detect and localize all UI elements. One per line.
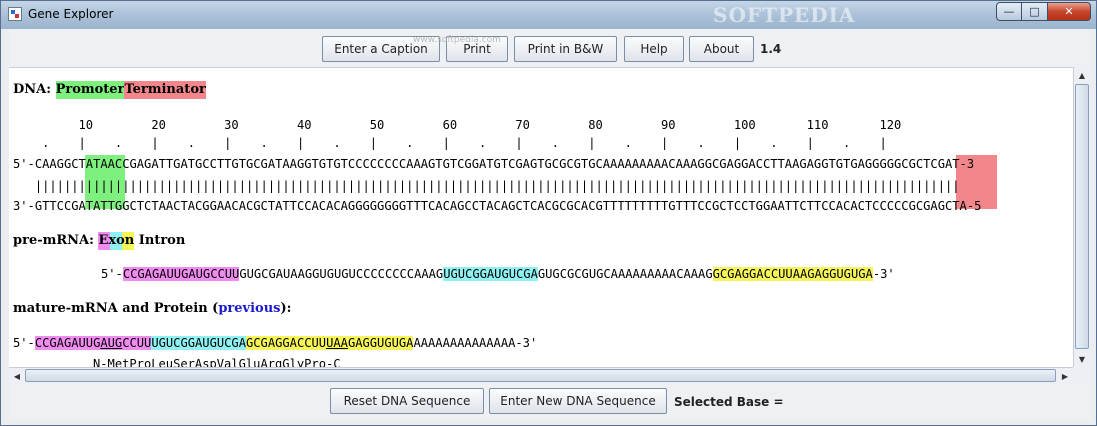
maximize-button[interactable]: □ — [1022, 2, 1048, 21]
app-window: Gene Explorer SOFTPEDIA — □ ✕ Enter a Ca… — [0, 0, 1097, 426]
premrna-label: pre-mRNA: — [13, 233, 94, 248]
premrna-intron-2[interactable]: GUGCGCGUGCAAAAAAAAACAAAG — [538, 267, 713, 281]
print-bw-button[interactable]: Print in B&W — [514, 36, 617, 62]
dna-label: DNA: — [13, 82, 52, 97]
scroll-up-icon[interactable]: ▲ — [1074, 67, 1090, 83]
dna-heading: DNA: PromoterTerminator — [13, 81, 206, 99]
enter-new-dna-button[interactable]: Enter New DNA Sequence — [489, 388, 667, 414]
minimize-icon: — — [1003, 5, 1015, 18]
scroll-right-icon[interactable]: ▶ — [1057, 368, 1073, 384]
maximize-icon: □ — [1029, 5, 1040, 18]
selected-base-label: Selected Base = — [674, 395, 784, 409]
version-label: 1.4 — [760, 42, 782, 56]
premrna-exon-2[interactable]: UGUCGGAUGUCGA — [443, 267, 538, 281]
stop-codon: UAA — [326, 336, 348, 350]
reset-dna-button[interactable]: Reset DNA Sequence — [330, 388, 484, 414]
close-button[interactable]: ✕ — [1048, 2, 1091, 21]
premrna-5prime: 5'- — [101, 267, 123, 281]
intron-legend: Intron — [138, 233, 186, 248]
mature-label-end: ): — [280, 301, 292, 316]
scroll-down-icon[interactable]: ▼ — [1074, 351, 1090, 367]
window-controls: — □ ✕ — [996, 2, 1091, 21]
exon-legend: Exon — [98, 232, 135, 250]
mature-sequence[interactable]: 5'-CCGAGAUUGAUGCCUUUGUCGGAUGUCGAGCGAGGAC… — [13, 336, 537, 350]
scroll-corner — [1073, 367, 1090, 384]
softpedia-watermark: SOFTPEDIA — [713, 3, 856, 27]
softpedia-url: www.softpedia.com — [413, 35, 501, 45]
app-icon — [8, 7, 22, 21]
horizontal-scroll-thumb[interactable] — [25, 369, 1056, 382]
premrna-exon-3[interactable]: GCGAGGACCUUAAGAGGUGUGA — [712, 267, 873, 281]
dna-bottom-strand[interactable]: 3'-GTTCCGATATTGGCTCTAACTACGGAACACGCTATTC… — [13, 199, 981, 213]
ruler-marks: . | . | . | . | . | . | . | . | . | . | … — [13, 136, 887, 150]
mature-exon-3[interactable]: GCGAGGACCUUUAAGAGGUGUGA — [246, 336, 414, 350]
mature-exon-1[interactable]: CCGAGAUUGAUGCCUU — [34, 336, 152, 350]
bottom-bar: Reset DNA Sequence Enter New DNA Sequenc… — [9, 384, 1090, 420]
close-icon: ✕ — [1064, 5, 1074, 18]
mature-exon-3-a: GCGAGGACCUU — [246, 336, 327, 350]
minimize-button[interactable]: — — [996, 2, 1022, 21]
start-codon: AUG — [100, 336, 123, 350]
help-button[interactable]: Help — [624, 36, 684, 62]
poly-a-tail: AAAAAAAAAAAAAA-3' — [413, 336, 538, 350]
ruler-numbers: 10 20 30 40 50 60 70 80 90 100 110 120 — [13, 118, 902, 132]
premrna-sequence[interactable]: 5'-CCGAGAUUGAUGCCUUGUGCGAUAAGGUGUGUCCCCC… — [101, 267, 895, 281]
vertical-scroll-thumb[interactable] — [1075, 84, 1089, 349]
premrna-exon-1[interactable]: CCGAGAUUGAUGCCUU — [122, 267, 240, 281]
vertical-scrollbar[interactable]: ▲ ▼ — [1073, 67, 1091, 367]
horizontal-scrollbar[interactable]: ◀ ▶ — [9, 367, 1073, 384]
scroll-left-icon[interactable]: ◀ — [9, 368, 25, 384]
mature-heading: mature-mRNA and Protein (previous): — [13, 301, 291, 316]
promoter-legend: Promoter — [55, 81, 125, 99]
mature-label: mature-mRNA and Protein ( — [13, 301, 219, 316]
title-bar: Gene Explorer SOFTPEDIA — □ ✕ — [1, 1, 1096, 29]
toolbar: Enter a Caption Print Print in B&W Help … — [9, 29, 1090, 67]
about-button[interactable]: About — [689, 36, 754, 62]
mature-5prime: 5'- — [13, 336, 35, 350]
terminator-legend: Terminator — [124, 81, 206, 99]
mature-exon-3-c: GAGGUGUGA — [347, 336, 414, 350]
dna-bonds: ||||||||||||||||||||||||||||||||||||||||… — [13, 179, 960, 193]
previous-link[interactable]: previous — [218, 301, 280, 316]
sequence-view[interactable]: DNA: PromoterTerminator 10 20 30 40 50 6… — [9, 67, 1073, 368]
premrna-3prime: -3' — [872, 267, 895, 281]
window-title: Gene Explorer — [28, 7, 114, 21]
premrna-heading: pre-mRNA: Exon Intron — [13, 232, 185, 250]
mature-exon-1-a: CCGAGAUUG — [34, 336, 101, 350]
dna-top-strand[interactable]: 5'-CAAGGCTATAACCGAGATTGATGCCTTGTGCGATAAG… — [13, 157, 974, 171]
mature-exon-2[interactable]: UGUCGGAUGUCGA — [151, 336, 246, 350]
premrna-intron-1[interactable]: GUGCGAUAAGGUGUGUCCCCCCCCAAAG — [239, 267, 443, 281]
mature-exon-1-c: CCUU — [122, 336, 152, 350]
